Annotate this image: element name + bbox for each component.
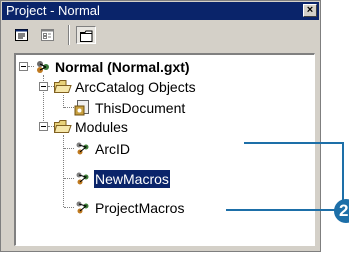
view-object-icon <box>41 29 54 41</box>
toolbar <box>2 21 319 49</box>
tree-node-label: ThisDocument <box>95 100 186 116</box>
title-bar[interactable]: Project - Normal × <box>2 2 319 20</box>
view-object-button[interactable] <box>38 26 58 44</box>
tree-line <box>63 135 65 207</box>
tree-node-label-selected: NewMacros <box>94 170 170 188</box>
folder-open-icon <box>54 80 72 93</box>
callout-line-top <box>244 142 344 144</box>
view-code-icon <box>15 29 28 41</box>
view-code-button[interactable] <box>12 26 32 44</box>
tree-node-label: ArcID <box>95 141 130 157</box>
tree-node-label: Modules <box>75 119 128 135</box>
folder-open-icon <box>54 120 72 133</box>
close-icon: × <box>306 4 314 16</box>
toggle-folders-button[interactable] <box>76 26 96 44</box>
document-object-icon <box>74 100 89 116</box>
toolbar-separator <box>68 25 70 45</box>
arccatalog-collapse-toggle[interactable] <box>39 82 48 91</box>
callout-step-badge: 2 <box>334 199 349 223</box>
window-title: Project - Normal <box>6 3 100 18</box>
project-explorer-window: Project - Normal × Normal (Normal.gxt) A… <box>0 0 321 252</box>
module-icon <box>76 142 89 155</box>
tree-node-label: Normal (Normal.gxt) <box>55 59 190 75</box>
callout-line-vertical <box>342 142 344 206</box>
module-icon <box>76 172 89 185</box>
tree-line <box>64 207 74 209</box>
root-collapse-toggle[interactable] <box>19 62 28 71</box>
project-icon <box>37 61 49 73</box>
modules-collapse-toggle[interactable] <box>39 122 48 131</box>
tree-node-label: ProjectMacros <box>95 200 185 216</box>
tree-line <box>64 107 74 109</box>
tree-line <box>64 148 74 150</box>
tree-node-label: ArcCatalog Objects <box>75 79 196 95</box>
module-icon <box>76 201 89 214</box>
project-tree[interactable]: Normal (Normal.gxt) ArcCatalog Objects T… <box>14 53 315 246</box>
close-button[interactable]: × <box>303 4 317 17</box>
toggle-folders-icon <box>80 30 93 42</box>
callout-line-bottom <box>226 209 336 211</box>
tree-line <box>64 178 74 180</box>
